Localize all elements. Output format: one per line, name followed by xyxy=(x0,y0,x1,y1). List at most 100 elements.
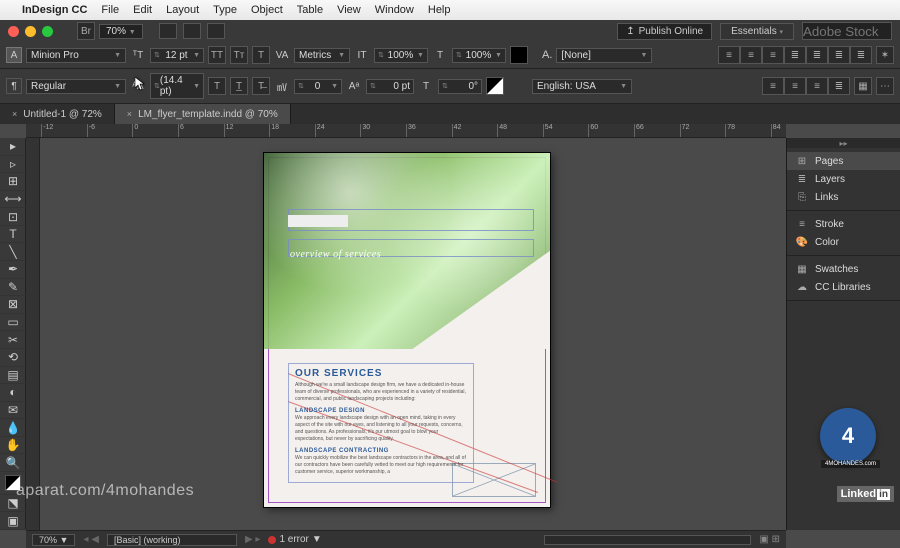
all-caps-button[interactable]: TT xyxy=(208,46,226,64)
stroke-fill-swatch[interactable] xyxy=(486,77,504,95)
columns-icon[interactable]: ▦ xyxy=(854,77,872,95)
hero-image-frame[interactable]: overview of services xyxy=(264,153,550,349)
justify-all-button[interactable]: ≣ xyxy=(850,46,872,64)
body-text-frame[interactable]: OUR SERVICES Although we're a small land… xyxy=(288,363,474,483)
panel-pages[interactable]: ⊞Pages xyxy=(787,152,900,170)
preflight-status[interactable]: 1 error ▼ xyxy=(268,534,321,545)
default-colors-icon[interactable]: ⬔ xyxy=(0,495,26,513)
panel-color[interactable]: 🎨Color xyxy=(787,233,900,251)
direct-selection-tool[interactable]: ▹ xyxy=(0,156,26,174)
panel-stroke[interactable]: ≡Stroke xyxy=(787,215,900,233)
tracking-input[interactable]: ⇅0▼ xyxy=(294,79,342,94)
panel-cc-libraries[interactable]: ☁CC Libraries xyxy=(787,278,900,296)
menu-table[interactable]: Table xyxy=(297,4,323,16)
control-menu-icon[interactable]: ✶ xyxy=(876,46,894,64)
menu-view[interactable]: View xyxy=(337,4,361,16)
text-frame-selected[interactable] xyxy=(288,215,348,227)
publish-online-button[interactable]: ↥ Publish Online xyxy=(617,23,712,40)
ruler-vertical[interactable] xyxy=(26,138,40,530)
menu-layout[interactable]: Layout xyxy=(166,4,199,16)
ruler-horizontal[interactable]: -12 -6 0 6 12 18 24 30 36 42 48 54 60 66… xyxy=(26,124,786,138)
app-name[interactable]: InDesign CC xyxy=(22,4,87,16)
valign-justify-button[interactable]: ≣ xyxy=(828,77,850,95)
search-input[interactable] xyxy=(802,22,892,40)
gradient-swatch-tool[interactable]: ▤ xyxy=(0,367,26,385)
free-transform-tool[interactable]: ⟲ xyxy=(0,349,26,367)
arrange-documents-icon[interactable] xyxy=(207,23,225,39)
horizontal-scale-input[interactable]: ⇅100%▼ xyxy=(452,48,506,63)
zoom-tool[interactable]: 🔍 xyxy=(0,454,26,472)
pencil-tool[interactable]: ✎ xyxy=(0,279,26,297)
line-tool[interactable]: ╲ xyxy=(0,243,26,261)
underline-button[interactable]: T̲ xyxy=(230,77,248,95)
font-style-dropdown[interactable]: Regular▼ xyxy=(26,79,126,94)
character-style-dropdown[interactable]: [None]▼ xyxy=(556,48,652,63)
status-page-dropdown[interactable]: [Basic] (working) xyxy=(107,534,237,546)
eyedropper-tool[interactable]: 💧 xyxy=(0,419,26,437)
canvas[interactable]: overview of services OUR SERVICES Althou… xyxy=(26,138,786,530)
view-mode-normal[interactable]: ▣ xyxy=(0,512,26,530)
rectangle-tool[interactable]: ▭ xyxy=(0,314,26,332)
subscript-button[interactable]: T xyxy=(208,77,226,95)
window-minimize-icon[interactable] xyxy=(25,26,36,37)
tab-untitled[interactable]: × Untitled-1 @ 72% xyxy=(0,104,115,124)
leading-input[interactable]: ⇅(14.4 pt)▼ xyxy=(150,73,204,99)
justify-left-button[interactable]: ≣ xyxy=(784,46,806,64)
scrollbar-horizontal[interactable] xyxy=(544,535,752,545)
vertical-scale-input[interactable]: ⇅100%▼ xyxy=(374,48,428,63)
type-tool[interactable]: T xyxy=(0,226,26,244)
gap-tool[interactable]: ⟷ xyxy=(0,191,26,209)
screen-mode-icon[interactable] xyxy=(183,23,201,39)
justify-center-button[interactable]: ≣ xyxy=(806,46,828,64)
window-zoom-icon[interactable] xyxy=(42,26,53,37)
language-dropdown[interactable]: English: USA▼ xyxy=(532,79,632,94)
rectangle-frame-tool[interactable]: ⊠ xyxy=(0,296,26,314)
align-center-button[interactable]: ≡ xyxy=(740,46,762,64)
small-caps-button[interactable]: Tт xyxy=(230,46,248,64)
font-family-dropdown[interactable]: Minion Pro▼ xyxy=(26,48,126,63)
align-left-button[interactable]: ≡ xyxy=(718,46,740,64)
panel-links[interactable]: ⎘Links xyxy=(787,188,900,206)
menu-file[interactable]: File xyxy=(101,4,119,16)
page-tool[interactable]: ⊞ xyxy=(0,173,26,191)
dock-collapse-icon[interactable]: ▸▸ xyxy=(787,138,900,148)
menu-window[interactable]: Window xyxy=(375,4,414,16)
baseline-shift-input[interactable]: ⇅0 pt xyxy=(366,79,414,94)
document-page[interactable]: overview of services OUR SERVICES Althou… xyxy=(264,153,550,507)
options-icon[interactable]: ⋯ xyxy=(876,77,894,95)
view-options-icon[interactable] xyxy=(159,23,177,39)
paragraph-mode-icon[interactable]: ¶ xyxy=(6,78,22,94)
pen-tool[interactable]: ✒ xyxy=(0,261,26,279)
scissors-tool[interactable]: ✂ xyxy=(0,331,26,349)
bridge-icon[interactable]: Br xyxy=(77,22,95,40)
justify-right-button[interactable]: ≣ xyxy=(828,46,850,64)
hand-tool[interactable]: ✋ xyxy=(0,437,26,455)
selection-tool[interactable]: ▸ xyxy=(0,138,26,156)
fill-stroke-toggle[interactable] xyxy=(0,472,26,495)
close-tab-icon[interactable]: × xyxy=(12,109,17,119)
strikethrough-button[interactable]: T̶ xyxy=(252,77,270,95)
superscript-button[interactable]: T xyxy=(252,46,270,64)
workspace-dropdown[interactable]: Essentials ▾ xyxy=(720,23,794,40)
character-mode-icon[interactable]: A xyxy=(6,47,22,63)
note-tool[interactable]: ✉ xyxy=(0,402,26,420)
valign-bottom-button[interactable]: ≡ xyxy=(806,77,828,95)
align-right-button[interactable]: ≡ xyxy=(762,46,784,64)
status-zoom-dropdown[interactable]: 70% ▼ xyxy=(32,534,75,546)
gradient-feather-tool[interactable]: ◐ xyxy=(0,384,26,402)
panel-swatches[interactable]: ▦Swatches xyxy=(787,260,900,278)
menu-help[interactable]: Help xyxy=(428,4,451,16)
window-close-icon[interactable] xyxy=(8,26,19,37)
valign-top-button[interactable]: ≡ xyxy=(762,77,784,95)
skew-input[interactable]: ⇅0° xyxy=(438,79,482,94)
zoom-level-dropdown[interactable]: 70% ▼ xyxy=(99,24,143,39)
panel-layers[interactable]: ≣Layers xyxy=(787,170,900,188)
font-size-input[interactable]: ⇅12 pt▼ xyxy=(150,48,204,63)
valign-center-button[interactable]: ≡ xyxy=(784,77,806,95)
menu-object[interactable]: Object xyxy=(251,4,283,16)
menu-type[interactable]: Type xyxy=(213,4,237,16)
kerning-dropdown[interactable]: Metrics▼ xyxy=(294,48,350,63)
content-collector-tool[interactable]: ⊡ xyxy=(0,208,26,226)
menu-edit[interactable]: Edit xyxy=(133,4,152,16)
fill-color-button[interactable] xyxy=(510,46,528,64)
